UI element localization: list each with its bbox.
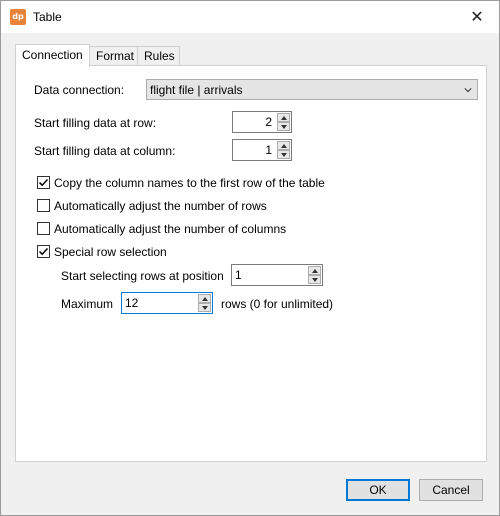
start-position-value: 1: [235, 268, 242, 282]
start-row-spin-buttons: [277, 113, 290, 131]
special-row-selection-checkbox[interactable]: [37, 245, 50, 258]
spin-up-icon[interactable]: [308, 266, 321, 275]
maximum-label: Maximum: [61, 297, 114, 311]
maximum-spin-buttons: [198, 294, 211, 312]
start-col-label: Start filling data at column:: [34, 144, 176, 158]
start-row-label: Start filling data at row:: [34, 116, 157, 130]
title-bar: dp Table ✕: [1, 1, 499, 33]
spin-down-icon[interactable]: [198, 303, 211, 312]
start-row-value: 2: [265, 115, 272, 129]
data-connection-value: flight file | arrivals: [150, 83, 243, 97]
copy-column-names-checkbox[interactable]: [37, 176, 50, 189]
adjust-columns-checkbox[interactable]: [37, 222, 50, 235]
ok-button[interactable]: OK: [346, 479, 410, 501]
start-row-stepper[interactable]: 2: [232, 111, 292, 133]
tab-rules[interactable]: Rules: [137, 46, 180, 66]
checkmark-icon: [38, 178, 49, 187]
maximum-value: 12: [125, 296, 139, 310]
special-row-selection-label[interactable]: Special row selection: [54, 245, 167, 259]
start-col-stepper[interactable]: 1: [232, 139, 292, 161]
tab-format[interactable]: Format: [89, 46, 138, 66]
connection-panel: Data connection: flight file | arrivals …: [15, 65, 487, 462]
table-dialog: dp Table ✕ Connection Format Rules Data …: [0, 0, 500, 516]
cancel-button[interactable]: Cancel: [419, 479, 483, 501]
adjust-columns-label[interactable]: Automatically adjust the number of colum…: [54, 222, 286, 236]
window-title: Table: [33, 10, 62, 24]
spin-down-icon[interactable]: [277, 122, 290, 131]
maximum-stepper[interactable]: 12: [121, 292, 213, 314]
tab-connection[interactable]: Connection: [15, 44, 90, 67]
checkmark-icon: [38, 247, 49, 256]
spin-up-icon[interactable]: [198, 294, 211, 303]
adjust-rows-label[interactable]: Automatically adjust the number of rows: [54, 199, 267, 213]
start-position-label: Start selecting rows at position: [61, 269, 224, 283]
close-icon: ✕: [470, 7, 484, 26]
maximum-suffix: rows (0 for unlimited): [221, 297, 334, 311]
start-position-spin-buttons: [308, 266, 321, 284]
spin-down-icon[interactable]: [277, 150, 290, 159]
spin-down-icon[interactable]: [308, 275, 321, 284]
data-connection-dropdown[interactable]: flight file | arrivals: [146, 79, 478, 100]
close-button[interactable]: ✕: [455, 1, 499, 33]
start-col-spin-buttons: [277, 141, 290, 159]
start-col-value: 1: [265, 143, 272, 157]
spin-up-icon[interactable]: [277, 113, 290, 122]
copy-column-names-label[interactable]: Copy the column names to the first row o…: [54, 176, 325, 190]
start-position-stepper[interactable]: 1: [231, 264, 323, 286]
app-icon: dp: [10, 9, 26, 25]
chevron-down-icon: [464, 88, 472, 93]
data-connection-label: Data connection:: [34, 83, 125, 97]
adjust-rows-checkbox[interactable]: [37, 199, 50, 212]
spin-up-icon[interactable]: [277, 141, 290, 150]
